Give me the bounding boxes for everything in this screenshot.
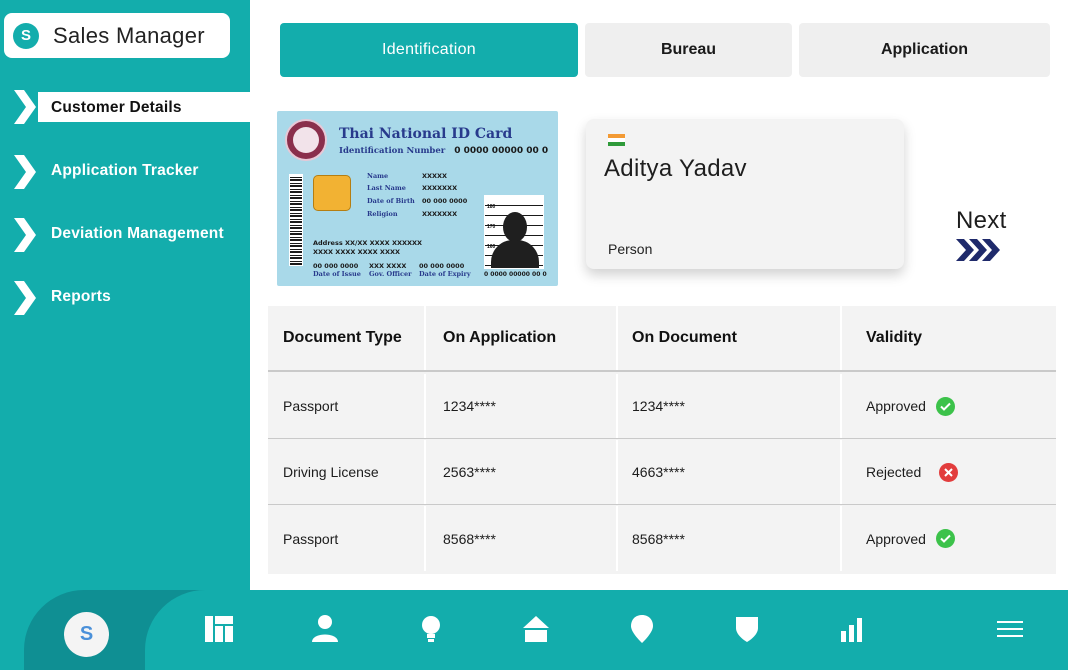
validity-cell: Rejected bbox=[842, 440, 1056, 504]
validity-status: Approved bbox=[866, 398, 926, 414]
validity-status: Rejected bbox=[866, 464, 922, 480]
sidebar-item-reports[interactable]: Reports bbox=[0, 281, 250, 315]
photo-number: 0 0000 00000 00 0 bbox=[484, 271, 547, 278]
brand-header[interactable]: S Sales Manager bbox=[4, 13, 230, 58]
footer-label: Date of Expiry bbox=[419, 270, 471, 278]
check-circle-icon bbox=[935, 529, 955, 548]
document-type: Driving License bbox=[268, 440, 426, 504]
validity-cell: Approved bbox=[842, 374, 1056, 438]
chip-icon bbox=[313, 175, 351, 211]
on-application-value: 1234**** bbox=[426, 374, 618, 438]
chevron-right-icon bbox=[14, 281, 36, 315]
customer-type: Person bbox=[608, 241, 653, 257]
id-card-title: Thai National ID Card bbox=[339, 126, 513, 142]
column-header: On Application bbox=[426, 306, 618, 370]
on-document-value: 1234**** bbox=[618, 374, 842, 438]
table-row[interactable]: Passport 1234**** 1234**** Approved bbox=[268, 374, 1056, 439]
id-number-value: 0 0000 00000 00 0 bbox=[454, 146, 549, 156]
id-number-line: Identification Number 0 0000 00000 00 0 bbox=[339, 146, 548, 156]
document-type: Passport bbox=[268, 506, 426, 571]
tab-identification[interactable]: Identification bbox=[280, 23, 578, 77]
chevron-right-icon bbox=[14, 155, 36, 189]
brand-badge: S bbox=[13, 22, 39, 49]
footer-label: Date of Issue bbox=[313, 270, 361, 278]
field-label: Last Name bbox=[367, 184, 406, 192]
bottom-nav-bar: S bbox=[0, 590, 1068, 670]
india-flag-icon bbox=[608, 134, 625, 146]
id-number-label: Identification Number bbox=[339, 146, 446, 156]
address-line: XXXX XXXX XXXX XXXX bbox=[313, 248, 400, 256]
barcode bbox=[289, 174, 303, 266]
footer-value: XXX XXXX bbox=[369, 262, 407, 270]
dashboard-icon[interactable] bbox=[204, 614, 234, 644]
height-mark: 160 bbox=[487, 244, 496, 250]
avatar[interactable]: S bbox=[64, 612, 109, 657]
on-document-value: 8568**** bbox=[618, 506, 842, 571]
address-line: Address XX/XX XXXX XXXXXX bbox=[313, 239, 423, 247]
footer-value: 00 000 0000 bbox=[419, 262, 465, 270]
next-label: Next bbox=[956, 207, 1007, 234]
person-silhouette-icon bbox=[503, 212, 527, 242]
sidebar-item-label: Application Tracker bbox=[51, 162, 199, 179]
shield-icon[interactable] bbox=[732, 614, 762, 644]
field-value: XXXXXXX bbox=[422, 210, 458, 218]
tab-bureau[interactable]: Bureau bbox=[585, 23, 792, 77]
customer-profile-card[interactable]: Aditya Yadav Person bbox=[586, 119, 904, 269]
sidebar-item-application-tracker[interactable]: Application Tracker bbox=[0, 155, 250, 189]
column-header: Document Type bbox=[268, 306, 426, 370]
column-header: Validity bbox=[866, 329, 923, 346]
field-label: Date of Birth bbox=[367, 197, 415, 205]
sidebar-item-deviation-management[interactable]: Deviation Management bbox=[0, 218, 250, 252]
height-mark: 170 bbox=[487, 224, 496, 230]
field-label: Religion bbox=[367, 210, 398, 218]
chevron-right-icon bbox=[14, 90, 36, 124]
height-mark: 180 bbox=[487, 204, 496, 210]
sidebar-item-label: Customer Details bbox=[51, 99, 182, 116]
on-document-value: 4663**** bbox=[618, 440, 842, 504]
document-type: Passport bbox=[268, 374, 426, 438]
table-row[interactable]: Driving License 2563**** 4663**** Reject… bbox=[268, 440, 1056, 505]
validity-status: Approved bbox=[866, 530, 926, 547]
sidebar-item-customer-details[interactable]: Customer Details bbox=[0, 90, 250, 124]
validity-cell: Approved bbox=[842, 506, 1056, 571]
sidebar: S Sales Manager Customer Details Applica… bbox=[0, 0, 250, 590]
id-photo: 180 170 160 bbox=[484, 195, 544, 269]
customer-name: Aditya Yadav bbox=[604, 155, 747, 182]
check-circle-icon bbox=[935, 396, 955, 416]
location-icon[interactable] bbox=[627, 614, 657, 644]
home-icon[interactable] bbox=[521, 614, 551, 644]
on-application-value: 8568**** bbox=[426, 506, 618, 571]
bar-chart-icon[interactable] bbox=[838, 614, 868, 644]
menu-icon[interactable] bbox=[996, 614, 1024, 644]
chevron-right-icon bbox=[14, 218, 36, 252]
field-value: 00 000 0000 bbox=[422, 197, 468, 205]
tab-application[interactable]: Application bbox=[799, 23, 1050, 77]
field-value: XXXXXXX bbox=[422, 184, 458, 192]
sidebar-item-label: Deviation Management bbox=[51, 225, 224, 242]
field-label: Name bbox=[367, 172, 389, 180]
sidebar-item-label: Reports bbox=[51, 288, 111, 305]
triple-chevron-right-icon bbox=[956, 239, 1000, 261]
field-value: XXXXX bbox=[422, 172, 448, 180]
id-card-image: Thai National ID Card Identification Num… bbox=[277, 111, 558, 286]
on-application-value: 2563**** bbox=[426, 440, 618, 504]
next-button[interactable]: Next bbox=[956, 207, 1007, 261]
table-row[interactable]: Passport 8568**** 8568**** Approved bbox=[268, 506, 1056, 571]
bulb-icon[interactable] bbox=[416, 614, 446, 644]
app-title: Sales Manager bbox=[53, 22, 205, 48]
column-header: On Document bbox=[618, 306, 842, 370]
documents-table: Document Type On Application On Document… bbox=[268, 306, 1056, 574]
footer-value: 00 000 0000 bbox=[313, 262, 359, 270]
user-icon[interactable] bbox=[310, 614, 340, 644]
x-circle-icon bbox=[939, 462, 959, 482]
footer-label: Gov. Officer bbox=[369, 270, 412, 278]
emblem-icon bbox=[285, 119, 327, 161]
table-header-row: Document Type On Application On Document… bbox=[268, 306, 1056, 372]
